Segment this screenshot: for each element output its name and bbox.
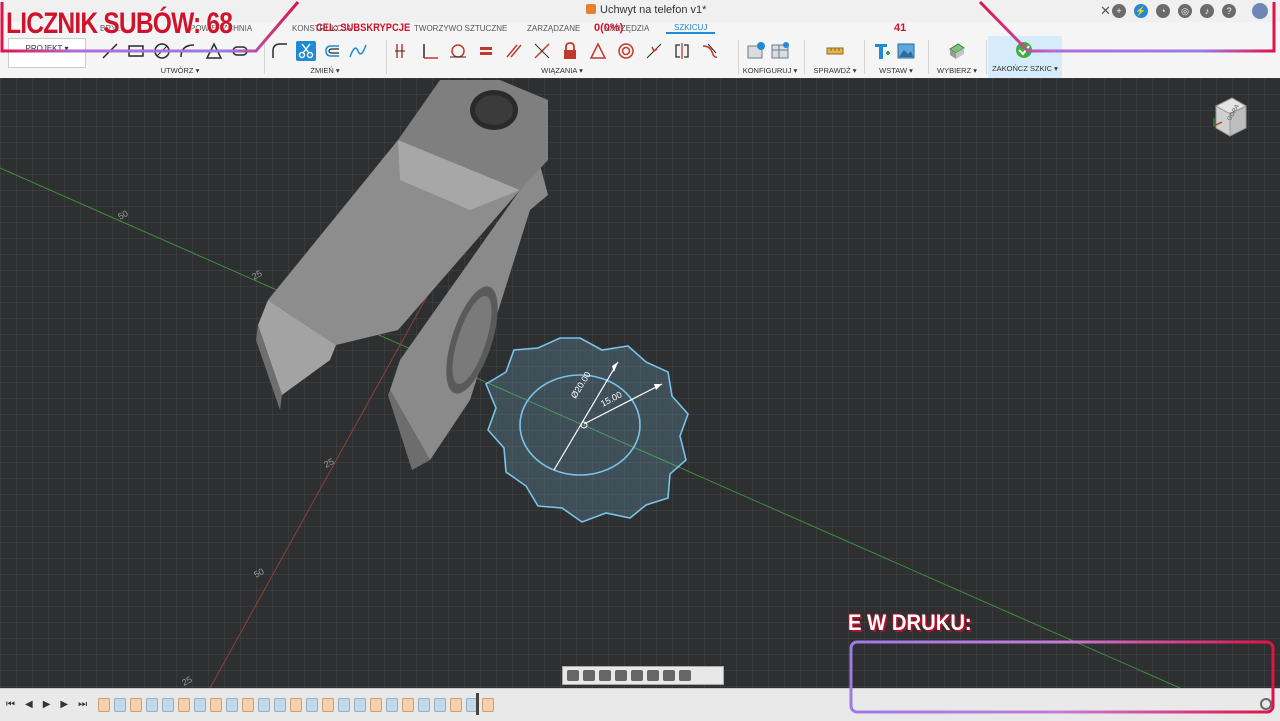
navigation-bar: [562, 666, 724, 685]
group-insert-label[interactable]: WSTAW ▾: [868, 66, 924, 75]
timeline-feature[interactable]: [162, 698, 174, 712]
sketch-profile: [484, 337, 689, 523]
timeline-features: [98, 698, 494, 712]
timeline-feature[interactable]: [98, 698, 110, 712]
subscription-goal-label: CEL: SUBSKRYPCJE: [316, 22, 411, 34]
printing-now-label: E W DRUKU:: [848, 610, 972, 635]
orbit-icon[interactable]: [567, 670, 579, 681]
timeline-feature[interactable]: [226, 698, 238, 712]
subscription-goal-number: 41: [894, 22, 907, 34]
timeline-marker[interactable]: [476, 693, 479, 715]
group-select-label[interactable]: WYBIERZ ▾: [932, 66, 982, 75]
view-cube[interactable]: GÓRA: [1212, 96, 1248, 138]
timeline-feature[interactable]: [306, 698, 318, 712]
timeline-feature[interactable]: [434, 698, 446, 712]
timeline-feature[interactable]: [130, 698, 142, 712]
timeline-controls: ⏮ ◀ ▶ ▶ ⏭: [6, 699, 87, 710]
group-modify-label[interactable]: ZMIEŃ ▾: [270, 66, 380, 75]
subscriber-counter: LICZNIK SUBÓW: 68: [6, 7, 233, 40]
timeline-feature[interactable]: [482, 698, 494, 712]
timeline-feature[interactable]: [402, 698, 414, 712]
zoom-icon[interactable]: [615, 670, 627, 681]
timeline-feature[interactable]: [194, 698, 206, 712]
look-at-icon[interactable]: [583, 670, 595, 681]
timeline-feature[interactable]: [418, 698, 430, 712]
timeline-feature[interactable]: [178, 698, 190, 712]
timeline-feature[interactable]: [354, 698, 366, 712]
previous-step-icon[interactable]: ◀: [25, 699, 33, 710]
first-step-icon[interactable]: ⏮: [6, 699, 15, 710]
scene-graphics: [0, 80, 1181, 688]
finish-sketch-label: ZAKOŃCZ SZKIC ▾: [992, 64, 1058, 73]
display-settings-icon[interactable]: [647, 670, 659, 681]
timeline-feature[interactable]: [370, 698, 382, 712]
timeline-feature[interactable]: [242, 698, 254, 712]
viewports-icon[interactable]: [679, 670, 691, 681]
timeline-feature[interactable]: [290, 698, 302, 712]
timeline-feature[interactable]: [386, 698, 398, 712]
timeline-feature[interactable]: [210, 698, 222, 712]
group-constraints-label[interactable]: WIĄZANIA ▾: [392, 66, 732, 75]
timeline-feature[interactable]: [274, 698, 286, 712]
pan-hand-icon[interactable]: [599, 670, 611, 681]
next-step-icon[interactable]: ▶: [60, 699, 68, 710]
timeline-feature[interactable]: [258, 698, 270, 712]
group-inspect-label[interactable]: SPRAWDŹ ▾: [810, 66, 860, 75]
printing-now-box: [849, 640, 1275, 714]
timeline-feature[interactable]: [322, 698, 334, 712]
group-configure-label[interactable]: KONFIGURUJ ▾: [742, 66, 798, 75]
timeline-feature[interactable]: [114, 698, 126, 712]
group-create-label[interactable]: UTWÓRZ ▾: [100, 66, 260, 75]
canvas-viewport[interactable]: 50 25 25 50 25 Ø20.00 15.00: [0, 78, 1280, 688]
timeline-feature[interactable]: [338, 698, 350, 712]
last-step-icon[interactable]: ⏭: [78, 699, 87, 710]
play-icon[interactable]: ▶: [43, 699, 51, 710]
timeline-feature[interactable]: [146, 698, 158, 712]
subscription-goal-progress: 0(0%): [594, 22, 624, 34]
timeline-feature[interactable]: [450, 698, 462, 712]
fit-icon[interactable]: [631, 670, 643, 681]
grid-settings-icon[interactable]: [663, 670, 675, 681]
